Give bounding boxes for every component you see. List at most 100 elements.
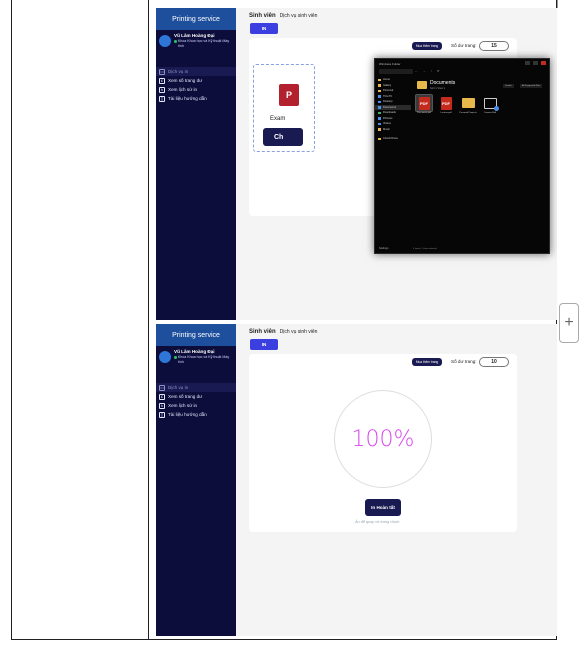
dialog-sidebar: Home Gallery Personal This PC Desktop Do… [375,77,411,251]
sidebar-header: Printing service [156,324,236,346]
pictures-icon [378,117,381,120]
buy-pages-button[interactable]: Mua thêm trang [412,358,442,366]
sidebar-item-print-service[interactable]: ▭ Dịch vụ in [156,383,236,392]
dialog-sidebar-item[interactable]: Music [375,127,411,133]
add-row-button[interactable]: + [559,303,579,343]
file-item[interactable]: Camera Roll [481,95,499,115]
balance-value: 15 [479,41,509,51]
folder-icon [461,98,475,108]
printer-icon: ▭ [159,68,165,75]
history-icon: h [159,402,165,409]
screenshot-print-complete: Printing service Vũ Lâm Hoàng Đại Khoa K… [156,324,557,636]
maximize-icon[interactable] [533,61,538,65]
balance-label: Số dư trang: [451,359,477,364]
dialog-title: Windows Folder [379,62,401,66]
minimize-icon[interactable] [525,61,530,65]
choose-file-button[interactable]: Ch [263,128,303,146]
folder-outline-icon [483,97,499,111]
desktop-icon [378,100,381,103]
sidebar-item-print-history[interactable]: h Xem lịch sử in [156,401,236,410]
balance-icon: £ [159,77,165,84]
book-icon: ▯ [159,95,165,102]
sidebar-item-page-balance[interactable]: £ Xem số trang dư [156,392,236,401]
folder-icon [378,84,381,87]
dialog-folder-heading: Documents [430,80,456,86]
user-department: Khoa Khoa học và Kỹ thuật Máy tính [177,39,230,48]
sidebar-menu: ▭ Dịch vụ in £ Xem số trang dư h Xem lịch s… [156,383,236,419]
balance-label: Số dư trang: [451,43,477,48]
sidebar-menu: ▭ Dịch vụ in £ Xem số trang dư h Xem lịch s… [156,67,236,103]
file-item[interactable]: PDF Document.pdf [415,94,433,115]
dialog-search-input[interactable] [379,69,413,74]
music-icon [378,128,381,131]
history-icon: h [159,86,165,93]
avatar [159,35,171,47]
pdf-file-icon: P [279,84,299,106]
breadcrumb: Sinh viên Dịch vụ sinh viên [249,13,317,19]
dialog-file-grid: PDF Document.pdf PDF Lecture.pdf Persona… [415,94,499,115]
return-home-hint[interactable]: Ấn để quay về trang chính [355,520,399,524]
sidebar-item-guide[interactable]: ▯ Tài liệu hướng dẫn [156,94,236,103]
print-progress-card: Mua thêm trang Số dư trang: 10 100% In H… [249,354,517,532]
online-status-icon [174,356,177,359]
book-icon: ▯ [159,411,165,418]
print-complete-button[interactable]: In Hoàn tất [365,499,401,516]
user-profile: Vũ Lâm Hoàng Đại Khoa Khoa học và Kỹ thu… [156,346,236,367]
sidebar-item-page-balance[interactable]: £ Xem số trang dư [156,76,236,85]
videos-icon [378,122,381,125]
download-icon [378,111,381,114]
sidebar-item-guide[interactable]: ▯ Tài liệu hướng dẫn [156,410,236,419]
breadcrumb: Sinh viên Dịch vụ sinh viên [249,329,317,335]
file-type-filter[interactable]: All Supported Files [520,84,543,88]
sidebar: Printing service Vũ Lâm Hoàng Đại Khoa K… [156,8,236,320]
sidebar: Printing service Vũ Lâm Hoàng Đại Khoa K… [156,324,236,636]
close-icon[interactable] [541,61,546,65]
progress-ring: 100% [334,390,432,488]
file-name: Personal Projects [459,112,477,114]
balance-icon: £ [159,393,165,400]
progress-percentage: 100% [351,426,415,452]
breadcrumb-role: Sinh viên [249,13,276,19]
sidebar-item-print-history[interactable]: h Xem lịch sử in [156,85,236,94]
breadcrumb-page[interactable]: Dịch vụ sinh viên [280,329,318,335]
online-status-icon [174,40,177,43]
dialog-settings-link[interactable]: Settings [379,247,388,250]
sync-badge-icon [493,105,499,111]
sidebar-item-print-service[interactable]: ▭ Dịch vụ in [156,67,236,76]
print-tab-button[interactable]: IN [250,23,278,34]
dialog-folder-subheading[interactable]: Sort ▾ View ▾ [430,87,445,90]
file-item[interactable]: PDF Lecture.pdf [437,95,455,115]
table-column-divider [148,0,149,640]
cloud-icon [378,137,381,140]
user-profile: Vũ Lâm Hoàng Đại Khoa Khoa học và Kỹ thu… [156,30,236,51]
buy-pages-button[interactable]: Mua thêm trang [412,42,442,50]
printer-icon: ▭ [159,384,165,391]
pdf-icon: PDF [440,96,452,110]
screenshot-upload-step: Printing service Vũ Lâm Hoàng Đại Khoa K… [156,8,557,320]
avatar [159,351,171,363]
main-content: Sinh viên Dịch vụ sinh viên IN Mua thêm … [244,324,557,636]
documents-icon [378,106,381,109]
dialog-nav-icons[interactable]: ← → ↑ ⟳ [415,69,442,73]
balance-value: 10 [479,357,509,367]
file-item[interactable]: Personal Projects [459,95,477,115]
details-button[interactable]: Details [503,84,514,88]
window-controls [525,61,546,65]
file-name: Lecture.pdf [440,112,452,114]
dialog-sidebar-item[interactable]: Cloud Drives [375,136,411,142]
file-picker-dialog: Windows Folder ← → ↑ ⟳ Home Gallery Pers… [374,58,550,254]
file-name: Document.pdf [417,112,431,114]
user-department: Khoa Khoa học và Kỹ thuật Máy tính [177,355,230,364]
breadcrumb-role: Sinh viên [249,329,276,335]
breadcrumb-page[interactable]: Dịch vụ sinh viên [280,13,318,19]
table-corner-tick [557,0,558,8]
document-page: + Printing service Vũ Lâm Hoàng Đại Khoa… [0,0,579,659]
print-tab-button[interactable]: IN [250,339,278,350]
selected-file-name: Exam [270,116,286,122]
main-content: Sinh viên Dịch vụ sinh viên IN Mua thêm … [244,8,557,320]
file-name: Camera Roll [483,112,497,114]
sidebar-header: Printing service [156,8,236,30]
computer-icon [378,95,381,98]
folder-icon [378,78,381,81]
folder-icon [378,89,381,92]
